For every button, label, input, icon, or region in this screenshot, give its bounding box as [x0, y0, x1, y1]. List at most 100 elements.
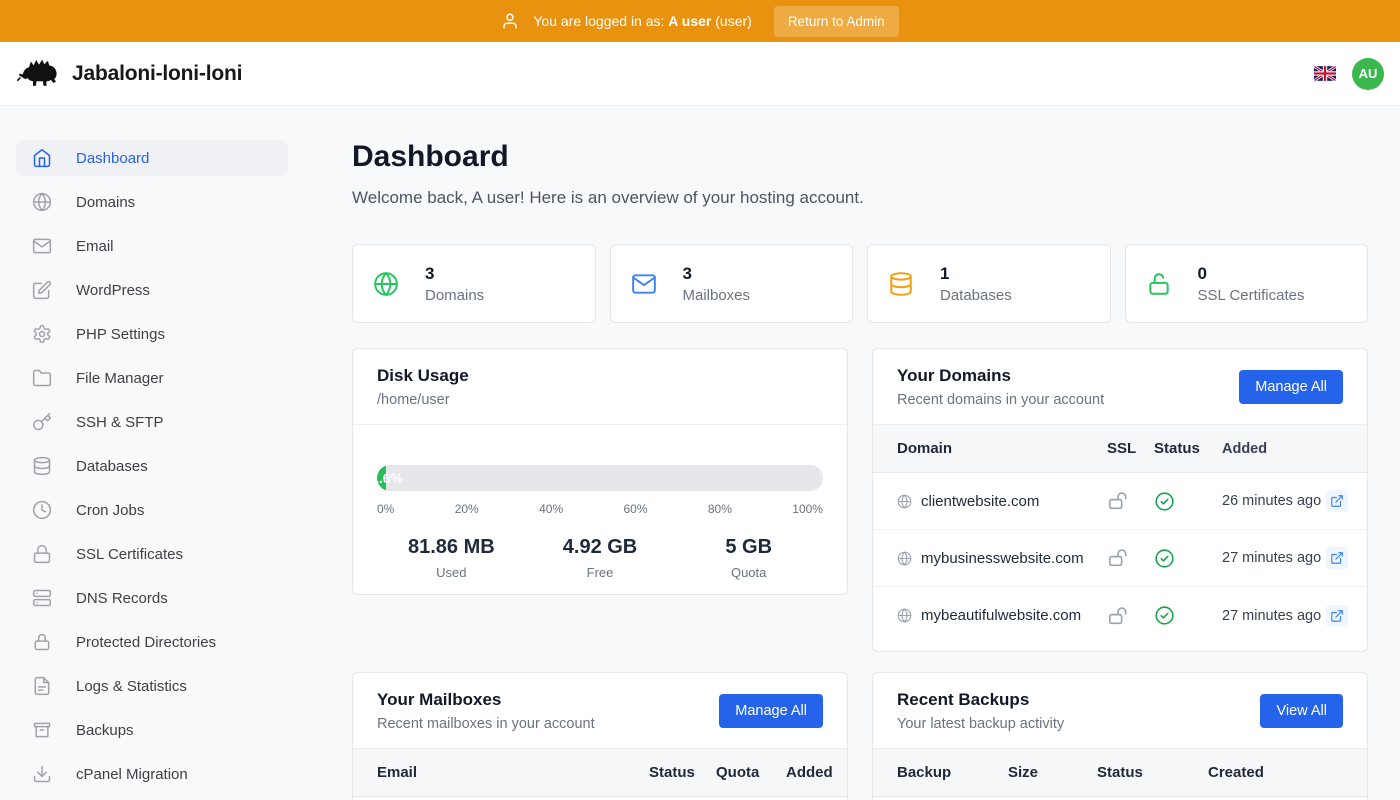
domain-name[interactable]: mybeautifulwebsite.com: [921, 607, 1081, 624]
disk-usage-card: Disk Usage /home/user 1.6% 0% 20% 40% 60…: [352, 348, 848, 595]
folder-icon: [32, 368, 52, 388]
mailboxes-table-header: Email Status Quota Added: [353, 749, 847, 797]
sidebar-item-file-manager[interactable]: File Manager: [16, 360, 288, 396]
mailboxes-card: Your Mailboxes Recent mailboxes in your …: [352, 672, 848, 800]
disk-usage-bar: 1.6%: [377, 465, 823, 491]
status-check-icon: [1154, 548, 1175, 569]
disk-free-label: Free: [526, 565, 675, 580]
domains-card-subtitle: Recent domains in your account: [897, 392, 1104, 408]
sidebar-item-dashboard[interactable]: Dashboard: [16, 140, 288, 176]
sidebar-item-backups[interactable]: Backups: [16, 712, 288, 748]
lock-open-icon: [1107, 605, 1129, 627]
disk-quota-value: 5 GB: [674, 536, 823, 559]
domain-name[interactable]: clientwebsite.com: [921, 493, 1039, 510]
scale-tick: 40%: [539, 502, 563, 516]
manage-all-domains-button[interactable]: Manage All: [1239, 370, 1343, 404]
col-added: Added: [1222, 441, 1326, 457]
sidebar-item-protected-directories[interactable]: Protected Directories: [16, 624, 288, 660]
manage-all-mailboxes-button[interactable]: Manage All: [719, 694, 823, 728]
gear-icon: [32, 324, 52, 344]
brand-name: Jabaloni-loni-loni: [72, 62, 242, 86]
disk-usage-scale: 0% 20% 40% 60% 80% 100%: [377, 502, 823, 516]
sidebar-item-domains[interactable]: Domains: [16, 184, 288, 220]
domains-card: Your Domains Recent domains in your acco…: [872, 348, 1368, 652]
sidebar-item-label: WordPress: [76, 282, 150, 299]
sidebar-item-cron-jobs[interactable]: Cron Jobs: [16, 492, 288, 528]
domain-name[interactable]: mybusinesswebsite.com: [921, 550, 1084, 567]
app-header: Jabaloni-loni-loni AU: [0, 42, 1400, 106]
sidebar-item-php-settings[interactable]: PHP Settings: [16, 316, 288, 352]
sidebar-item-logs-statistics[interactable]: Logs & Statistics: [16, 668, 288, 704]
language-flag-uk[interactable]: [1314, 66, 1336, 81]
stat-label: SSL Certificates: [1198, 287, 1305, 304]
edit-icon: [32, 280, 52, 300]
disk-usage-path: /home/user: [377, 392, 469, 408]
stat-card-domains[interactable]: 3 Domains: [352, 244, 596, 323]
sidebar-item-ssl-certificates[interactable]: SSL Certificates: [16, 536, 288, 572]
domains-card-header: Your Domains Recent domains in your acco…: [873, 349, 1367, 425]
stat-value: 0: [1198, 264, 1305, 284]
stat-card-mailboxes[interactable]: 3 Mailboxes: [610, 244, 854, 323]
sidebar-item-label: Dashboard: [76, 150, 149, 167]
impersonated-user: A user: [668, 13, 711, 29]
stat-card-ssl-certificates[interactable]: 0 SSL Certificates: [1125, 244, 1369, 323]
sidebar-item-label: Protected Directories: [76, 634, 216, 651]
sidebar-item-label: Cron Jobs: [76, 502, 144, 519]
domains-card-title: Your Domains: [897, 366, 1104, 386]
backups-card: Recent Backups Your latest backup activi…: [872, 672, 1368, 800]
scale-tick: 60%: [623, 502, 647, 516]
globe-icon: [373, 271, 399, 297]
stat-card-databases[interactable]: 1 Databases: [867, 244, 1111, 323]
sidebar-item-label: DNS Records: [76, 590, 168, 607]
sidebar-item-cpanel-migration[interactable]: cPanel Migration: [16, 756, 288, 792]
scale-tick: 20%: [455, 502, 479, 516]
scale-tick: 100%: [792, 502, 823, 516]
col-status: Status: [1097, 764, 1208, 781]
col-size: Size: [1008, 764, 1097, 781]
backups-card-subtitle: Your latest backup activity: [897, 716, 1064, 732]
header-right: AU: [1314, 58, 1384, 90]
server-icon: [32, 588, 52, 608]
sidebar-item-label: Domains: [76, 194, 135, 211]
globe-icon: [32, 192, 52, 212]
disk-usage-header: Disk Usage /home/user: [353, 349, 847, 425]
archive-icon: [32, 720, 52, 740]
view-all-backups-button[interactable]: View All: [1260, 694, 1343, 728]
impersonation-banner: You are logged in as: A user (user) Retu…: [0, 0, 1400, 42]
stat-value: 3: [683, 264, 751, 284]
disk-usage-body: 1.6% 0% 20% 40% 60% 80% 100% 81.86 MB Us…: [353, 425, 847, 580]
globe-icon: [897, 494, 912, 509]
stat-value: 3: [425, 264, 484, 284]
sidebar-item-label: Logs & Statistics: [76, 678, 187, 695]
col-created: Created: [1208, 764, 1367, 781]
external-link-icon[interactable]: [1326, 547, 1348, 569]
backups-card-title: Recent Backups: [897, 690, 1064, 710]
sidebar-item-label: PHP Settings: [76, 326, 165, 343]
domain-added: 27 minutes ago: [1222, 608, 1326, 624]
user-icon: [501, 12, 519, 30]
globe-icon: [897, 551, 912, 566]
clock-icon: [32, 500, 52, 520]
mailboxes-card-header: Your Mailboxes Recent mailboxes in your …: [353, 673, 847, 749]
disk-usage-title: Disk Usage: [377, 366, 469, 386]
external-link-icon[interactable]: [1326, 605, 1348, 627]
sidebar-item-databases[interactable]: Databases: [16, 448, 288, 484]
sidebar-item-wordpress[interactable]: WordPress: [16, 272, 288, 308]
sidebar-item-email[interactable]: Email: [16, 228, 288, 264]
disk-used-value: 81.86 MB: [377, 536, 526, 559]
col-added: Added: [786, 764, 847, 781]
col-domain: Domain: [873, 440, 1107, 457]
col-backup: Backup: [873, 764, 1008, 781]
stat-label: Mailboxes: [683, 287, 751, 304]
lock-icon: [32, 632, 52, 652]
backups-table-header: Backup Size Status Created: [873, 749, 1367, 797]
stat-text: 3 Mailboxes: [683, 264, 751, 304]
key-icon: [32, 412, 52, 432]
external-link-icon[interactable]: [1326, 490, 1348, 512]
sidebar-item-ssh-sftp[interactable]: SSH & SFTP: [16, 404, 288, 440]
avatar[interactable]: AU: [1352, 58, 1384, 90]
sidebar-item-dns-records[interactable]: DNS Records: [16, 580, 288, 616]
return-to-admin-button[interactable]: Return to Admin: [774, 6, 899, 37]
main-content: Dashboard Welcome back, A user! Here is …: [304, 106, 1400, 800]
disk-usage-stats: 81.86 MB Used 4.92 GB Free 5 GB Quota: [377, 536, 823, 580]
